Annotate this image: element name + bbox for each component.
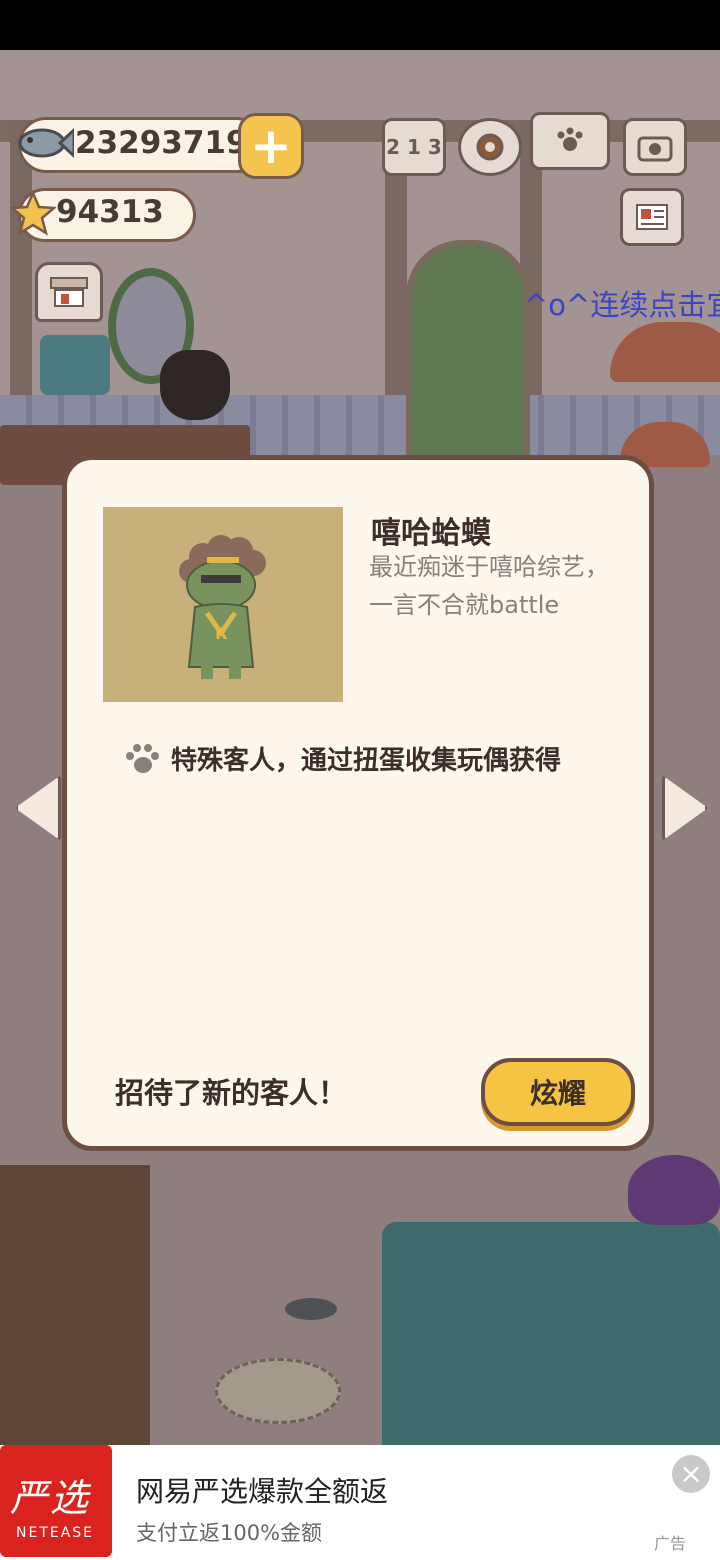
- ad-label: 广告: [654, 1534, 687, 1553]
- fish-pickup[interactable]: [285, 1298, 337, 1320]
- logo-subtext: NETEASE: [16, 1525, 95, 1541]
- tea-table: [382, 1222, 720, 1445]
- guest-portrait: R: [103, 507, 343, 702]
- guest-description-line: 一言不合就battle: [369, 591, 560, 619]
- new-guest-message: 招待了新的客人！: [115, 1076, 348, 1110]
- cheshire-cat-guest[interactable]: [628, 1155, 720, 1225]
- ad-banner[interactable]: 严选 NETEASE 网易严选爆款全额返 支付立返100%金额 × 广告: [0, 1445, 720, 1560]
- paw-book-icon[interactable]: [530, 112, 610, 170]
- ad-subtitle: 支付立返100%金额: [136, 1521, 323, 1545]
- new-guest-dialog: R 嘻哈蛤蟆 最近痴迷于嘻哈综艺， 一言不合就battle 特殊客人，通过扭蛋收…: [62, 455, 654, 1151]
- logo-text: 严选: [10, 1476, 91, 1520]
- add-coins-button[interactable]: +: [238, 113, 304, 179]
- guest-name: 嘻哈蛤蟆: [371, 516, 491, 551]
- fish-icon: [18, 127, 74, 159]
- show-off-button[interactable]: 炫耀: [481, 1058, 635, 1126]
- guest-description: 最近痴迷于嘻哈综艺， 一言不合就battle: [369, 548, 649, 624]
- gear-icon[interactable]: [458, 118, 522, 176]
- status-bar: [0, 0, 720, 50]
- garden-archway[interactable]: [406, 240, 530, 472]
- svg-text:R: R: [215, 624, 227, 643]
- shop-icon[interactable]: [35, 262, 103, 322]
- special-guest-text: 特殊客人，通过扭蛋收集玩偶获得: [171, 746, 562, 776]
- coin-amount: 23293719: [75, 125, 248, 161]
- special-guest-note: 特殊客人，通过扭蛋收集玩偶获得: [123, 740, 561, 777]
- camera-icon[interactable]: [623, 118, 687, 176]
- cabinet: [0, 1165, 150, 1445]
- rug: [215, 1358, 341, 1424]
- paw-icon: [126, 743, 159, 773]
- newspaper-icon[interactable]: [620, 188, 684, 246]
- star-icon: [10, 190, 56, 236]
- ranking-podium-icon[interactable]: 2 1 3: [382, 118, 446, 176]
- ad-title: 网易严选爆款全额返: [136, 1475, 389, 1508]
- cake-decoration: [40, 335, 110, 395]
- hint-text: ^o^连续点击宜: [524, 288, 720, 322]
- ad-close-button[interactable]: ×: [672, 1455, 710, 1493]
- guest-description-line: 最近痴迷于嘻哈综艺，: [369, 553, 609, 581]
- hiphop-frog-illustration: R: [179, 535, 266, 679]
- black-cat-guest[interactable]: [160, 350, 230, 420]
- netease-logo: 严选 NETEASE: [0, 1445, 112, 1557]
- star-amount: 94313: [56, 194, 164, 230]
